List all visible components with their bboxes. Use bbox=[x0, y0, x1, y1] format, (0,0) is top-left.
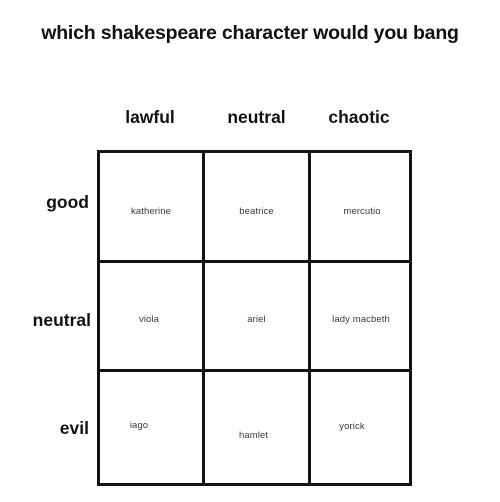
alignment-chart-grid: katherine beatrice mercutio viola ariel … bbox=[97, 150, 412, 486]
page-title: which shakespeare character would you ba… bbox=[41, 22, 459, 44]
cell-label: iago bbox=[129, 420, 149, 431]
column-header-chaotic: chaotic bbox=[328, 107, 390, 127]
cell-neutral-good: beatrice bbox=[205, 153, 311, 263]
cell-lawful-good: katherine bbox=[100, 153, 205, 263]
cell-lawful-evil: iago bbox=[100, 372, 205, 483]
cell-label: beatrice bbox=[239, 206, 274, 217]
cell-label: viola bbox=[138, 314, 160, 325]
cell-label: yorick bbox=[339, 421, 365, 432]
cell-label: lady macbeth bbox=[332, 314, 390, 325]
row-label-evil: evil bbox=[59, 418, 89, 438]
row-label-neutral: neutral bbox=[32, 310, 91, 330]
cell-label: katherine bbox=[131, 206, 171, 217]
column-header-lawful: lawful bbox=[125, 107, 175, 127]
cell-chaotic-good: mercutio bbox=[311, 153, 409, 263]
cell-label: hamlet bbox=[238, 430, 269, 441]
cell-label: ariel bbox=[247, 314, 266, 325]
cell-neutral-neutral: ariel bbox=[205, 263, 311, 372]
column-header-neutral: neutral bbox=[227, 107, 286, 127]
row-label-good: good bbox=[46, 192, 89, 212]
cell-chaotic-neutral: lady macbeth bbox=[311, 263, 409, 372]
cell-chaotic-evil: yorick bbox=[311, 372, 409, 483]
cell-neutral-evil: hamlet bbox=[205, 372, 311, 483]
cell-label: mercutio bbox=[343, 206, 381, 217]
cell-lawful-neutral: viola bbox=[100, 263, 205, 372]
